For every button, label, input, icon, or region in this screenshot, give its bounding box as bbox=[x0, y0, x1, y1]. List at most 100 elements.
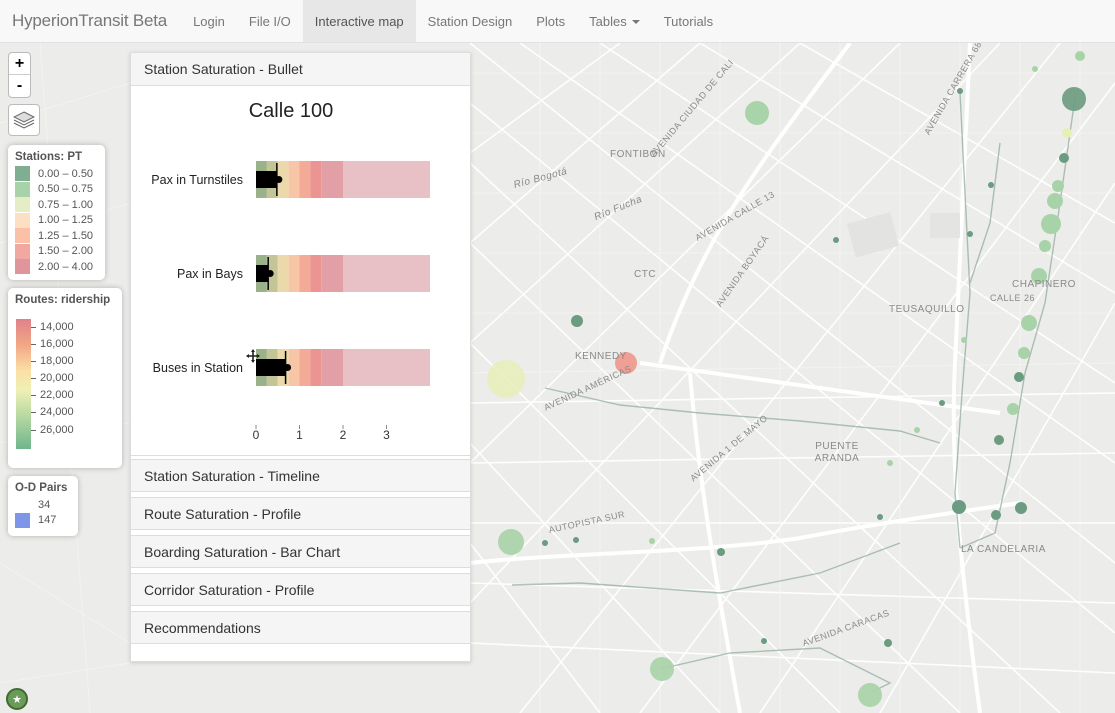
legend-routes: Routes: ridership 14,000 16,000 18,000 2… bbox=[8, 288, 122, 468]
map-label-teusaquillo: TEUSAQUILLO bbox=[889, 304, 965, 315]
bullet-dot bbox=[266, 270, 274, 277]
brand-title[interactable]: HyperionTransit Beta bbox=[0, 0, 181, 42]
caret-down-icon bbox=[631, 20, 640, 24]
route-tick: 22,000 bbox=[31, 387, 74, 404]
bullet-range bbox=[310, 255, 322, 292]
bullet-range bbox=[299, 255, 311, 292]
bullet-range bbox=[299, 161, 311, 198]
bullet-range bbox=[343, 349, 430, 386]
legend-label: 0.75 – 1.00 bbox=[38, 198, 94, 211]
route-tick: 24,000 bbox=[31, 404, 74, 421]
bullet-row-label: Pax in Bays bbox=[177, 267, 243, 281]
legend-od-pairs: O-D Pairs 34 147 bbox=[8, 476, 78, 536]
nav-file-io[interactable]: File I/O bbox=[237, 0, 303, 42]
bullet-range bbox=[288, 255, 300, 292]
tick-label: 0 bbox=[253, 428, 260, 442]
map-label-puente-aranda: PUENTE ARANDA bbox=[814, 441, 860, 464]
legend-swatch bbox=[15, 497, 30, 513]
nav-tables[interactable]: Tables bbox=[577, 0, 652, 42]
legend-row: 1.00 – 1.25 bbox=[15, 212, 98, 229]
analysis-panel: Station Saturation - Bullet Calle 100 Pa… bbox=[130, 52, 471, 662]
section-route-saturation-profile[interactable]: Route Saturation - Profile bbox=[131, 497, 470, 530]
bullet-measure bbox=[256, 359, 286, 376]
section-station-saturation-timeline[interactable]: Station Saturation - Timeline bbox=[131, 459, 470, 492]
bullet-row-label: Buses in Station bbox=[153, 361, 243, 375]
bullet-range bbox=[343, 255, 430, 292]
route-tick: 18,000 bbox=[31, 353, 74, 370]
zoom-in-button[interactable]: + bbox=[9, 53, 30, 75]
legend-label: 0.50 – 0.75 bbox=[38, 183, 94, 196]
legend-label: 0.00 – 0.50 bbox=[38, 167, 94, 180]
section-corridor-saturation-profile[interactable]: Corridor Saturation - Profile bbox=[131, 573, 470, 606]
bullet-range bbox=[299, 349, 311, 386]
legend-row: 147 bbox=[15, 512, 71, 529]
legend-swatch bbox=[15, 512, 30, 528]
nav-interactive-map[interactable]: Interactive map bbox=[302, 0, 416, 42]
bullet-dot bbox=[284, 364, 292, 371]
legend-label: 147 bbox=[38, 514, 57, 527]
nav-station-design[interactable]: Station Design bbox=[416, 0, 525, 42]
route-tick: 20,000 bbox=[31, 370, 74, 387]
zoom-out-button[interactable]: - bbox=[9, 75, 30, 97]
legend-swatch bbox=[15, 212, 30, 228]
bullet-range bbox=[343, 161, 430, 198]
legend-swatch bbox=[15, 259, 30, 275]
legend-row: 0.50 – 0.75 bbox=[15, 181, 98, 198]
section-boarding-saturation-bar-chart[interactable]: Boarding Saturation - Bar Chart bbox=[131, 535, 470, 568]
tick-label: 2 bbox=[340, 428, 347, 442]
bullet-row-label: Pax in Turnstiles bbox=[151, 173, 243, 187]
route-tick: 26,000 bbox=[31, 422, 74, 439]
nav-plots[interactable]: Plots bbox=[524, 0, 577, 42]
legend-swatch bbox=[15, 197, 30, 213]
map-attribution-icon[interactable]: ★ bbox=[6, 688, 28, 710]
bullet-range bbox=[310, 161, 322, 198]
legend-routes-title: Routes: ridership bbox=[15, 294, 111, 306]
map-label-ctc: CTC bbox=[634, 269, 657, 280]
layers-icon bbox=[13, 111, 35, 129]
bullet-dot bbox=[275, 176, 283, 183]
legend-row: 2.00 – 4.00 bbox=[15, 259, 98, 275]
legend-row: 1.25 – 1.50 bbox=[15, 228, 98, 244]
legend-swatch bbox=[15, 228, 30, 244]
zoom-control: + - bbox=[8, 52, 31, 98]
route-tick: 14,000 bbox=[31, 319, 74, 336]
legend-row: 0.00 – 0.50 bbox=[15, 166, 98, 182]
map-label-kennedy: KENNEDY bbox=[575, 351, 627, 362]
map-label-calle-26: CALLE 26 bbox=[990, 293, 1036, 303]
section-station-saturation-bullet[interactable]: Station Saturation - Bullet bbox=[131, 53, 470, 86]
tick-label: 3 bbox=[383, 428, 390, 442]
bullet-chart-container: Calle 100 Pax in Turnstiles Pax in Bays Bu… bbox=[131, 86, 470, 456]
bullet-range bbox=[321, 255, 343, 292]
layers-button[interactable] bbox=[8, 104, 40, 136]
legend-stations: Stations: PT 0.00 – 0.50 0.50 – 0.75 0.7… bbox=[8, 145, 105, 280]
route-tick: 16,000 bbox=[31, 336, 74, 353]
bullet-range bbox=[321, 349, 343, 386]
legend-label: 1.50 – 2.00 bbox=[38, 245, 94, 258]
legend-label: 1.00 – 1.25 bbox=[38, 214, 94, 227]
legend-stations-title: Stations: PT bbox=[15, 151, 83, 163]
legend-label: 2.00 – 4.00 bbox=[38, 260, 94, 273]
nav-login[interactable]: Login bbox=[181, 0, 237, 42]
chart-title: Calle 100 bbox=[248, 100, 334, 122]
bullet-range bbox=[288, 161, 300, 198]
legend-row: 1.50 – 2.00 bbox=[15, 243, 98, 260]
tick-label: 1 bbox=[296, 428, 303, 442]
legend-swatch bbox=[15, 243, 30, 259]
bullet-measure bbox=[256, 171, 277, 188]
bullet-range bbox=[321, 161, 343, 198]
legend-row: 0.75 – 1.00 bbox=[15, 197, 98, 213]
nav-tables-label: Tables bbox=[589, 13, 627, 29]
map-label-la-candelaria: LA CANDELARIA bbox=[961, 544, 1046, 555]
nav-tutorials[interactable]: Tutorials bbox=[652, 0, 725, 42]
legend-row: 34 bbox=[15, 497, 71, 513]
bullet-range bbox=[277, 255, 289, 292]
routes-color-ramp bbox=[16, 319, 31, 449]
section-recommendations[interactable]: Recommendations bbox=[131, 611, 470, 644]
bullet-measure bbox=[256, 265, 269, 282]
legend-label: 1.25 – 1.50 bbox=[38, 229, 94, 242]
legend-od-title: O-D Pairs bbox=[15, 482, 68, 494]
routes-ticks: 14,000 16,000 18,000 20,000 22,000 24,00… bbox=[31, 319, 74, 439]
bullet-range bbox=[310, 349, 322, 386]
legend-swatch bbox=[15, 181, 30, 197]
bullet-chart: Pax in Turnstiles Pax in Bays Buses in Sta… bbox=[151, 161, 430, 442]
